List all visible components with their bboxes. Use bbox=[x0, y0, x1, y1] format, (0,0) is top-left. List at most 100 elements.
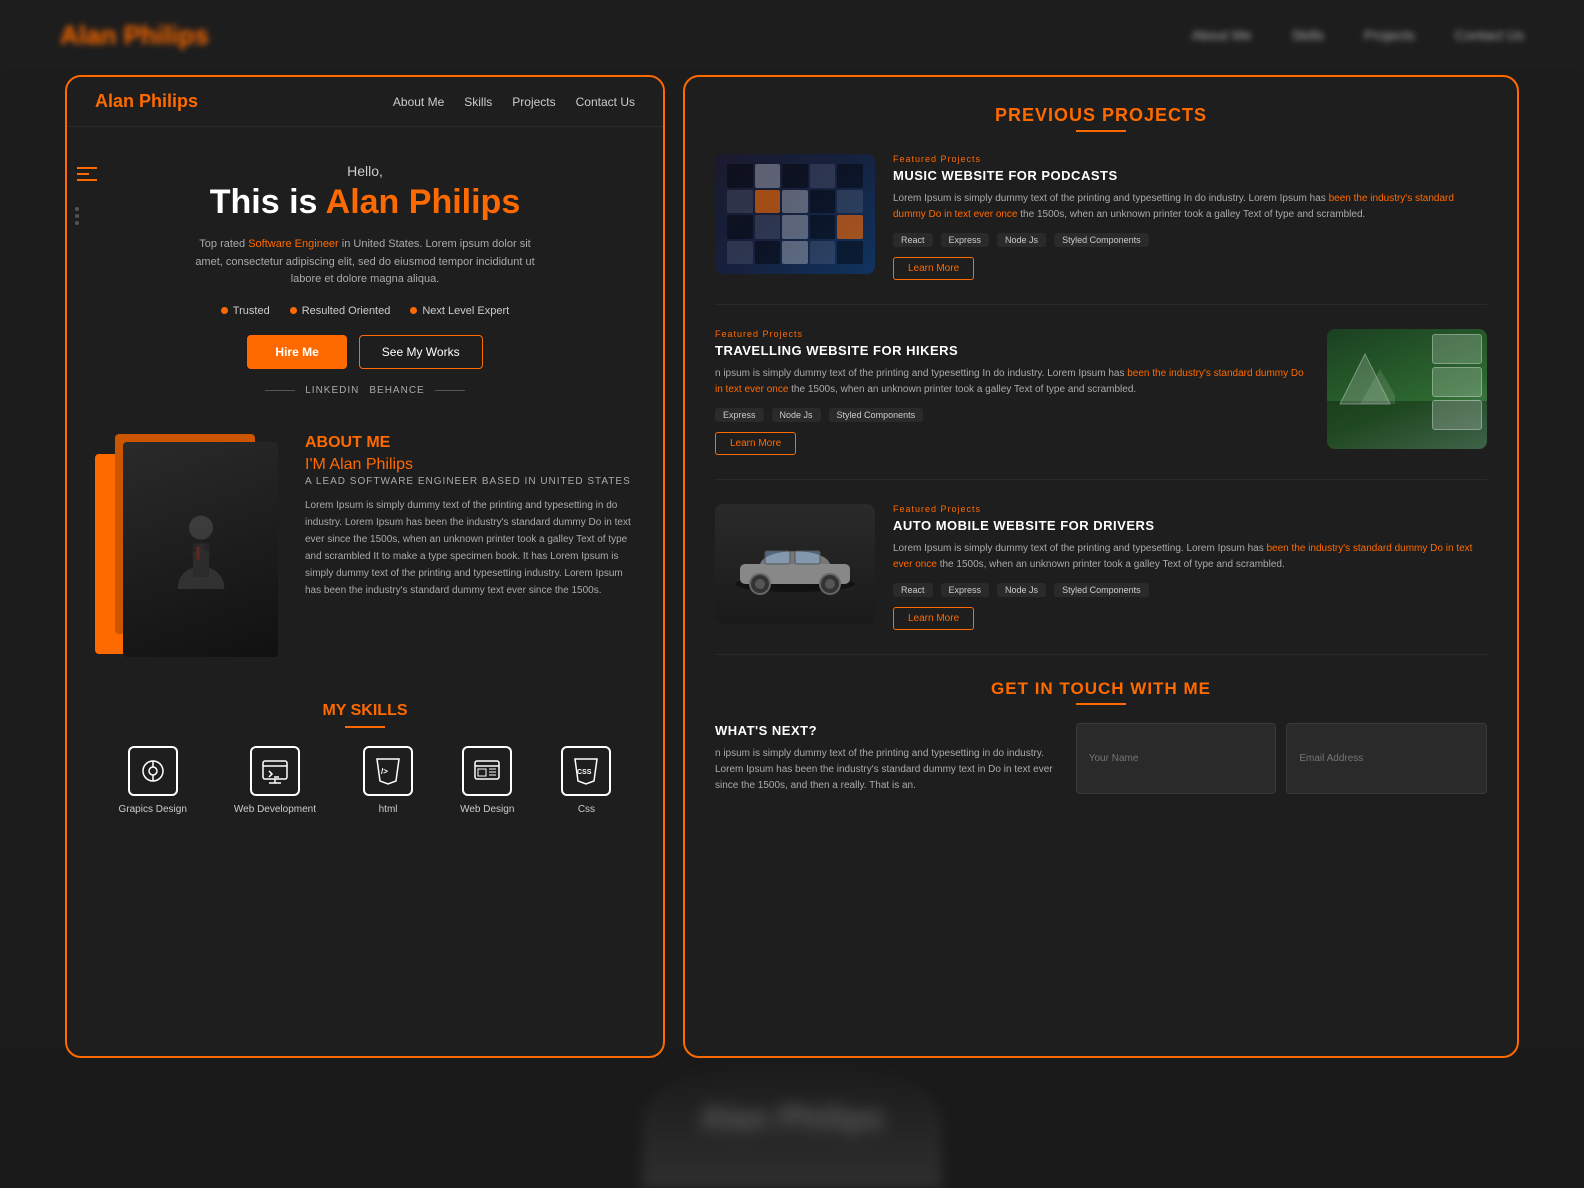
top-nav-link-projects: Projects bbox=[1364, 27, 1415, 43]
project-name-hiking: TRAVELLING WEBSITE FOR HIKERS bbox=[715, 343, 1309, 358]
mc7 bbox=[755, 190, 781, 214]
hiking-screen-2 bbox=[1432, 367, 1482, 397]
mc5 bbox=[837, 164, 863, 188]
badge-dot-3 bbox=[410, 307, 417, 314]
about-description: Lorem Ipsum is simply dummy text of the … bbox=[305, 497, 635, 599]
lp-nav-skills[interactable]: Skills bbox=[464, 95, 492, 109]
project-info-auto: Featured Projects AUTO MOBILE WEBSITE FO… bbox=[893, 504, 1487, 630]
badge-oriented-label: Resulted Oriented bbox=[302, 305, 391, 317]
linkedin-link[interactable]: LINKEDIN bbox=[305, 385, 359, 396]
project-desc-music: Lorem Ipsum is simply dummy text of the … bbox=[893, 191, 1487, 223]
webdesign-svg bbox=[473, 757, 501, 785]
hire-me-button[interactable]: Hire Me bbox=[247, 335, 346, 369]
mc16 bbox=[727, 241, 753, 265]
see-my-works-button[interactable]: See My Works bbox=[359, 335, 483, 369]
project-techs-music: React Express Node Js Styled Components bbox=[893, 233, 1487, 247]
mc13 bbox=[782, 215, 808, 239]
hero-social-links: LINKEDIN BEHANCE bbox=[95, 385, 635, 396]
person-silhouette bbox=[161, 509, 241, 589]
mc18 bbox=[782, 241, 808, 265]
css-icon: CSS bbox=[561, 746, 611, 796]
hero-title: This is Alan Philips bbox=[95, 183, 635, 222]
lp-navbar: Alan Philips About Me Skills Projects Co… bbox=[67, 77, 663, 127]
css-svg: CSS bbox=[572, 757, 600, 785]
projects-title-orange: PROJECTS bbox=[1096, 105, 1207, 125]
about-title-white: ABOUT bbox=[305, 434, 362, 451]
hero-buttons: Hire Me See My Works bbox=[95, 335, 635, 369]
mc20 bbox=[837, 241, 863, 265]
project-thumb-hiking bbox=[1327, 329, 1487, 449]
contact-form-fields bbox=[1076, 723, 1487, 794]
hiking-screen-3 bbox=[1432, 400, 1482, 430]
learn-more-music[interactable]: Learn More bbox=[893, 257, 974, 280]
lp-nav-links: About Me Skills Projects Contact Us bbox=[393, 95, 635, 109]
webdev-icon bbox=[250, 746, 300, 796]
skill-graphics: Grapics Design bbox=[119, 746, 187, 815]
top-nav-links: About Me Skills Projects Contact Us bbox=[1192, 27, 1524, 43]
skill-webdev-label: Web Development bbox=[234, 804, 316, 815]
top-navbar: Alan Philips About Me Skills Projects Co… bbox=[0, 0, 1584, 70]
skill-webdesign-label: Web Design bbox=[460, 804, 514, 815]
contact-email-input[interactable] bbox=[1286, 723, 1487, 794]
skill-html: /> html bbox=[363, 746, 413, 815]
divider-3 bbox=[715, 654, 1487, 655]
graphics-icon bbox=[128, 746, 178, 796]
about-section: ABOUT ME I'M Alan Philips A LEAD SOFTWAR… bbox=[67, 416, 663, 682]
lp-nav-about[interactable]: About Me bbox=[393, 95, 444, 109]
music-thumb-grid bbox=[723, 160, 867, 268]
webdesign-icon bbox=[462, 746, 512, 796]
divider-1 bbox=[715, 304, 1487, 305]
mc9 bbox=[810, 190, 836, 214]
about-title-orange: ME bbox=[362, 434, 390, 451]
mc19 bbox=[810, 241, 836, 265]
tech-express-3: Express bbox=[941, 583, 990, 597]
project-techs-hiking: Express Node Js Styled Components bbox=[715, 408, 1309, 422]
behance-link[interactable]: BEHANCE bbox=[369, 385, 424, 396]
hero-greeting: Hello, bbox=[95, 163, 635, 179]
skills-title-orange: SKILLS bbox=[346, 702, 407, 719]
top-nav-link-about: About Me bbox=[1192, 27, 1252, 43]
contact-name-input[interactable] bbox=[1076, 723, 1277, 794]
mc1 bbox=[727, 164, 753, 188]
mc11 bbox=[727, 215, 753, 239]
contact-left: WHAT'S NEXT? n ipsum is simply dummy tex… bbox=[715, 723, 1058, 794]
music-desc-highlight: been the industry's standard dummy Do in… bbox=[893, 193, 1454, 220]
sidebar-dot-1 bbox=[75, 207, 79, 211]
projects-section-title: PREVIOUS PROJECTS bbox=[715, 105, 1487, 126]
svg-text:/>: /> bbox=[381, 767, 388, 776]
graphics-svg bbox=[139, 757, 167, 785]
bottom-person-blur bbox=[642, 1058, 942, 1188]
skill-webdev: Web Development bbox=[234, 746, 316, 815]
car-svg bbox=[730, 529, 860, 599]
html-svg: /> bbox=[374, 757, 402, 785]
contact-title-underline bbox=[1076, 703, 1126, 705]
lp-logo-second: Philips bbox=[134, 91, 198, 111]
hero-name: Alan Philips bbox=[326, 183, 521, 221]
lp-nav-contact[interactable]: Contact Us bbox=[576, 95, 635, 109]
skill-css: CSS Css bbox=[561, 746, 611, 815]
badge-trusted-label: Trusted bbox=[233, 305, 270, 317]
about-name-pre: I'M bbox=[305, 456, 329, 473]
lp-logo: Alan Philips bbox=[95, 91, 198, 112]
webdev-svg bbox=[261, 757, 289, 785]
learn-more-hiking[interactable]: Learn More bbox=[715, 432, 796, 455]
skills-title-white: MY bbox=[322, 702, 346, 719]
skills-title: MY SKILLS bbox=[95, 702, 635, 720]
tech-node-2: Node Js bbox=[772, 408, 821, 422]
about-photo-wrapper bbox=[95, 434, 285, 664]
project-desc-auto: Lorem Ipsum is simply dummy text of the … bbox=[893, 541, 1487, 573]
project-info-hiking: Featured Projects TRAVELLING WEBSITE FOR… bbox=[715, 329, 1309, 455]
lp-nav-projects[interactable]: Projects bbox=[512, 95, 555, 109]
project-name-auto: AUTO MOBILE WEBSITE FOR DRIVERS bbox=[893, 518, 1487, 533]
sidebar-line-2 bbox=[77, 173, 89, 175]
skills-underline bbox=[345, 726, 385, 728]
project-techs-auto: React Express Node Js Styled Components bbox=[893, 583, 1487, 597]
hiking-image bbox=[1327, 329, 1487, 449]
project-tag-hiking: Featured Projects bbox=[715, 329, 1309, 339]
tech-express-1: Express bbox=[941, 233, 990, 247]
skill-css-label: Css bbox=[578, 804, 595, 815]
hero-badges: Trusted Resulted Oriented Next Level Exp… bbox=[95, 305, 635, 317]
learn-more-auto[interactable]: Learn More bbox=[893, 607, 974, 630]
project-tag-music: Featured Projects bbox=[893, 154, 1487, 164]
tech-node-1: Node Js bbox=[997, 233, 1046, 247]
